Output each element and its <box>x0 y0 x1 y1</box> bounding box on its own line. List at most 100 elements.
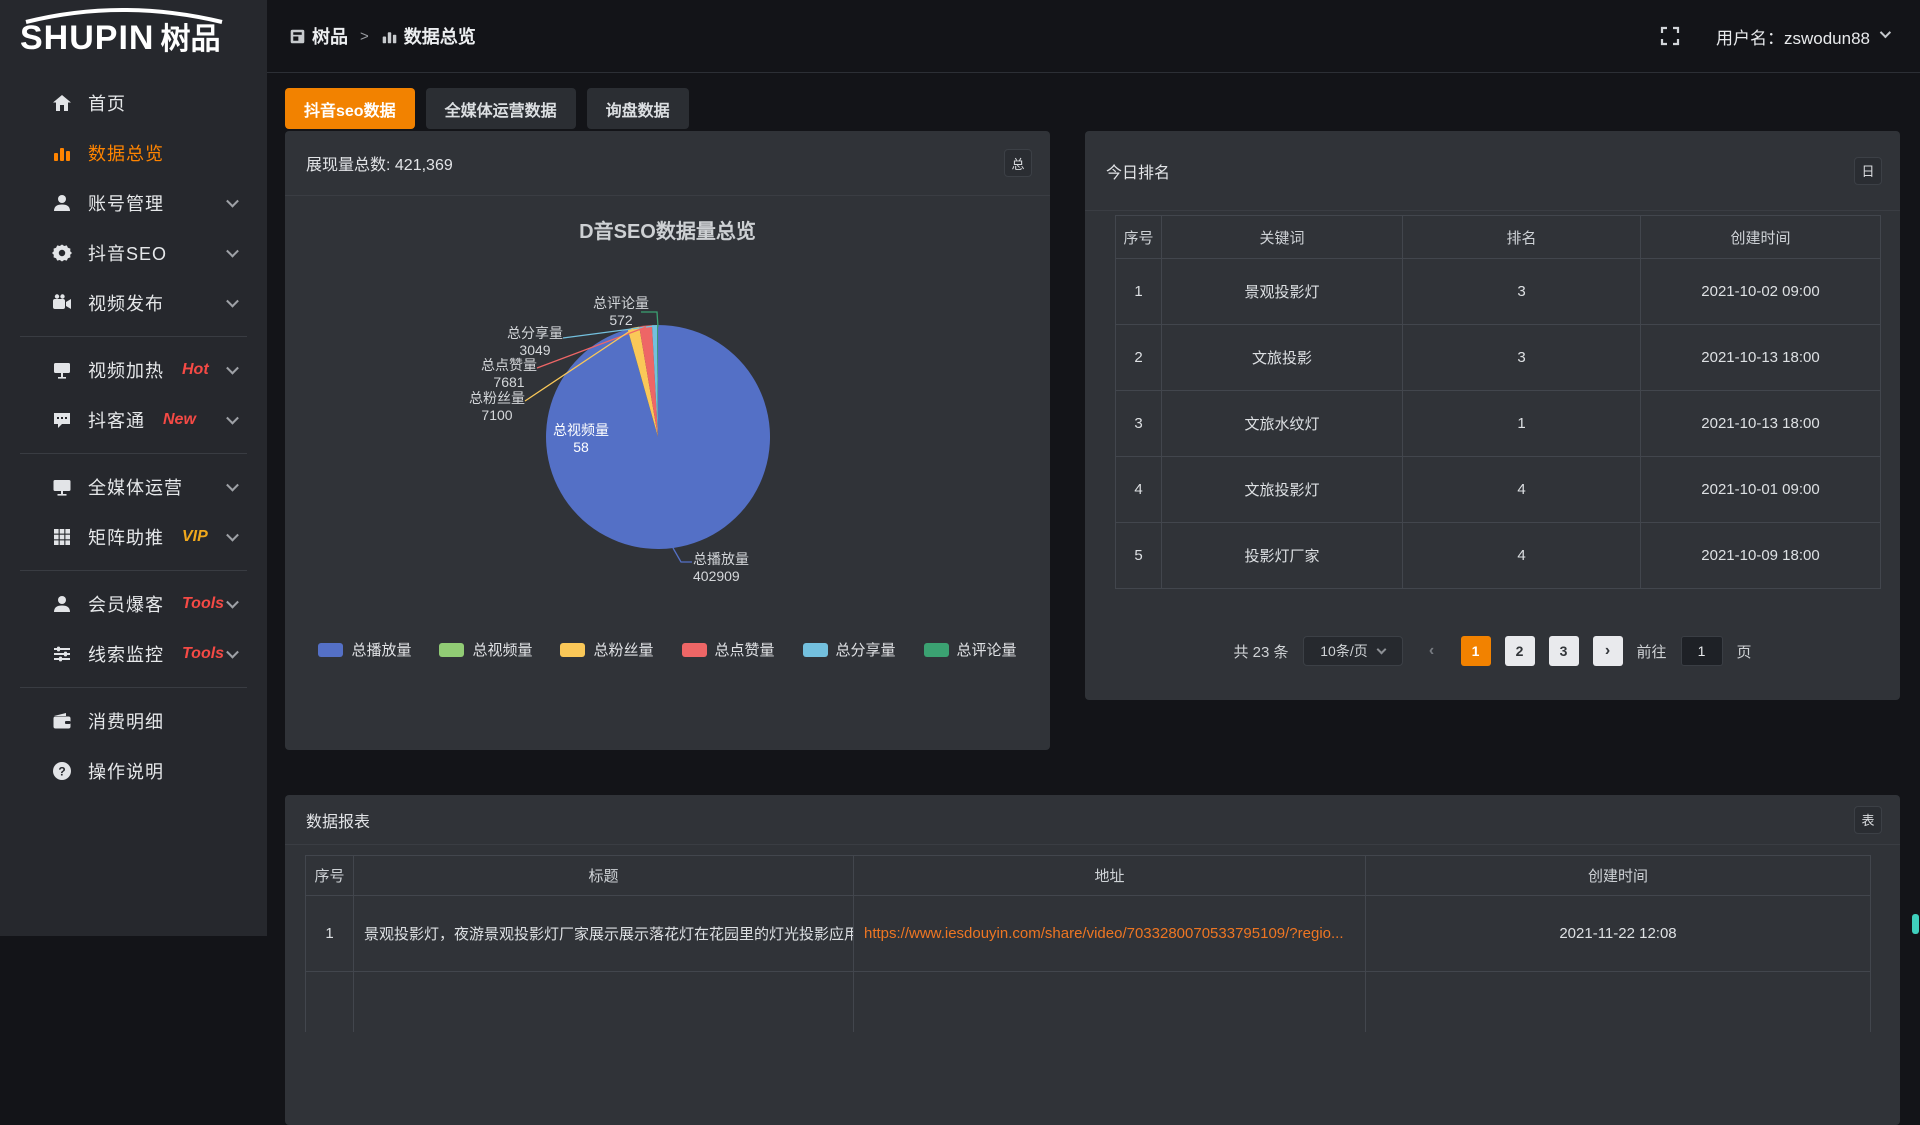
username-label: 用户名：zswodun88 <box>1716 24 1870 49</box>
sidebar-item-media-ops[interactable]: 全媒体运营 <box>0 462 267 512</box>
sidebar-item-account[interactable]: 账号管理 <box>0 178 267 228</box>
table-row[interactable]: 1 景观投影灯，夜游景观投影灯厂家展示展示落花灯在花园里的灯光投影应用效果 # … <box>306 896 1871 972</box>
legend-item-plays[interactable]: 总播放量 <box>318 639 411 660</box>
legend-swatch <box>682 643 707 657</box>
chat-icon <box>52 410 72 430</box>
member-icon <box>52 594 72 614</box>
tab-media-ops-data[interactable]: 全媒体运营数据 <box>426 88 576 129</box>
table-toggle-button[interactable]: 表 <box>1854 806 1882 834</box>
hot-badge: Hot <box>182 361 209 379</box>
sidebar-item-video-heat[interactable]: 视频加热 Hot <box>0 345 267 395</box>
table-row[interactable]: 1景观投影灯 32021-10-02 09:00 <box>1116 259 1881 325</box>
ranking-panel-header: 今日排名 日 <box>1085 131 1900 211</box>
chevron-down-icon <box>226 529 239 542</box>
sidebar-item-home[interactable]: 首页 <box>0 78 267 128</box>
scrollbar-thumb[interactable] <box>1912 914 1919 934</box>
chevron-down-icon <box>226 295 239 308</box>
seo-chart-panel: 展现量总数: 421,369 总 D音SEO数据量总览 总评论量572 总分享量… <box>285 131 1050 750</box>
sidebar-item-label: 线索监控 <box>88 641 164 667</box>
legend-item-videos[interactable]: 总视频量 <box>439 639 532 660</box>
sidebar-divider <box>20 453 247 454</box>
legend-item-shares[interactable]: 总分享量 <box>803 639 896 660</box>
pie-label-plays: 总播放量402909 <box>693 551 793 585</box>
chevron-down-icon <box>226 646 239 659</box>
breadcrumb-separator: > <box>360 28 369 45</box>
brand-logo[interactable]: SHUPIN树品 <box>20 14 250 66</box>
legend-swatch <box>318 643 343 657</box>
breadcrumb-data-overview[interactable]: 数据总览 <box>381 23 476 49</box>
prev-page-button[interactable]: ‹ <box>1417 636 1447 666</box>
sidebar-item-matrix-boost[interactable]: 矩阵助推 VIP <box>0 512 267 562</box>
table-row[interactable]: 4文旅投影灯 42021-10-01 09:00 <box>1116 457 1881 523</box>
video-link[interactable]: https://www.iesdouyin.com/share/video/70… <box>854 896 1366 972</box>
page-1-button[interactable]: 1 <box>1461 636 1491 666</box>
sidebar-item-video-publish[interactable]: 视频发布 <box>0 278 267 328</box>
sidebar-item-data-overview[interactable]: 数据总览 <box>0 128 267 178</box>
report-panel-header: 数据报表 表 <box>285 795 1900 845</box>
pie-label-likes: 总点赞量7681 <box>467 357 551 391</box>
sidebar: SHUPIN树品 首页 数据总览 账号管理 抖音SEO 视频发布 视频 <box>0 0 267 936</box>
day-toggle-button[interactable]: 日 <box>1854 157 1882 185</box>
sidebar-divider <box>20 687 247 688</box>
column-header-rank: 排名 <box>1403 216 1641 259</box>
tab-inquiry-data[interactable]: 询盘数据 <box>587 88 689 129</box>
sidebar-item-label: 消费明细 <box>88 708 164 734</box>
chevron-down-icon <box>226 245 239 258</box>
tools-badge: Tools <box>182 645 224 663</box>
report-panel-title: 数据报表 <box>306 808 370 832</box>
goto-suffix-label: 页 <box>1737 641 1752 662</box>
fullscreen-icon[interactable] <box>1660 26 1680 46</box>
pie-label-fans: 总粉丝量7100 <box>455 390 539 424</box>
goto-page-input[interactable] <box>1681 636 1723 666</box>
sidebar-item-label: 视频加热 <box>88 357 164 383</box>
table-row[interactable]: 2文旅投影 32021-10-13 18:00 <box>1116 325 1881 391</box>
sidebar-item-label: 数据总览 <box>88 140 164 166</box>
sidebar-item-label: 抖客通 <box>88 407 145 433</box>
user-menu[interactable]: 用户名：zswodun88 <box>1716 24 1888 49</box>
chevron-down-icon <box>226 195 239 208</box>
sidebar-item-help[interactable]: ? 操作说明 <box>0 746 267 796</box>
pie-label-videos: 总视频量58 <box>539 422 623 456</box>
sidebar-divider <box>20 570 247 571</box>
today-ranking-panel: 今日排名 日 序号 关键词 排名 创建时间 1景观投影灯 32021-10-02… <box>1085 131 1900 700</box>
screen-icon <box>52 360 72 380</box>
sidebar-item-label: 矩阵助推 <box>88 524 164 550</box>
chart-legend: 总播放量 总视频量 总粉丝量 总点赞量 总分享量 总评论量 <box>285 639 1050 660</box>
legend-item-comments[interactable]: 总评论量 <box>924 639 1017 660</box>
table-row[interactable] <box>306 972 1871 1032</box>
header-right: 用户名：zswodun88 <box>1660 24 1888 49</box>
column-header-title: 标题 <box>354 856 854 896</box>
page-3-button[interactable]: 3 <box>1549 636 1579 666</box>
data-report-panel: 数据报表 表 序号 标题 地址 创建时间 1 景观投影灯，夜游景观投影灯厂家展示… <box>285 795 1900 1125</box>
next-page-button[interactable]: › <box>1593 636 1623 666</box>
sidebar-item-label: 操作说明 <box>88 758 164 784</box>
goto-label: 前往 <box>1637 641 1667 662</box>
table-row[interactable]: 3文旅水纹灯 12021-10-13 18:00 <box>1116 391 1881 457</box>
table-row[interactable]: 5投影灯厂家 42021-10-09 18:00 <box>1116 523 1881 589</box>
breadcrumb-label: 数据总览 <box>404 23 476 49</box>
breadcrumb-home[interactable]: 树品 <box>289 23 348 49</box>
sliders-icon <box>52 644 72 664</box>
ranking-panel-title: 今日排名 <box>1106 159 1170 183</box>
pie-label-comments: 总评论量572 <box>579 295 663 329</box>
sidebar-item-label: 首页 <box>88 90 126 116</box>
sidebar-item-douyin-seo[interactable]: 抖音SEO <box>0 228 267 278</box>
table-header-row: 序号 关键词 排名 创建时间 <box>1116 216 1881 259</box>
chevron-down-icon <box>226 479 239 492</box>
sidebar-item-douketong[interactable]: 抖客通 New <box>0 395 267 445</box>
sidebar-item-lead-monitor[interactable]: 线索监控 Tools <box>0 629 267 679</box>
tab-douyin-seo-data[interactable]: 抖音seo数据 <box>285 88 415 129</box>
column-header-no: 序号 <box>1116 216 1162 259</box>
sidebar-item-member-burst[interactable]: 会员爆客 Tools <box>0 579 267 629</box>
sidebar-item-expense-detail[interactable]: 消费明细 <box>0 696 267 746</box>
legend-item-fans[interactable]: 总粉丝量 <box>560 639 653 660</box>
page-size-select[interactable]: 10条/页 <box>1303 636 1403 666</box>
bar-chart-icon <box>52 143 72 163</box>
new-badge: New <box>163 411 196 429</box>
chevron-down-icon <box>1880 27 1891 38</box>
sidebar-item-label: 账号管理 <box>88 190 164 216</box>
page-2-button[interactable]: 2 <box>1505 636 1535 666</box>
chevron-down-icon <box>226 362 239 375</box>
legend-item-likes[interactable]: 总点赞量 <box>682 639 775 660</box>
column-header-no: 序号 <box>306 856 354 896</box>
